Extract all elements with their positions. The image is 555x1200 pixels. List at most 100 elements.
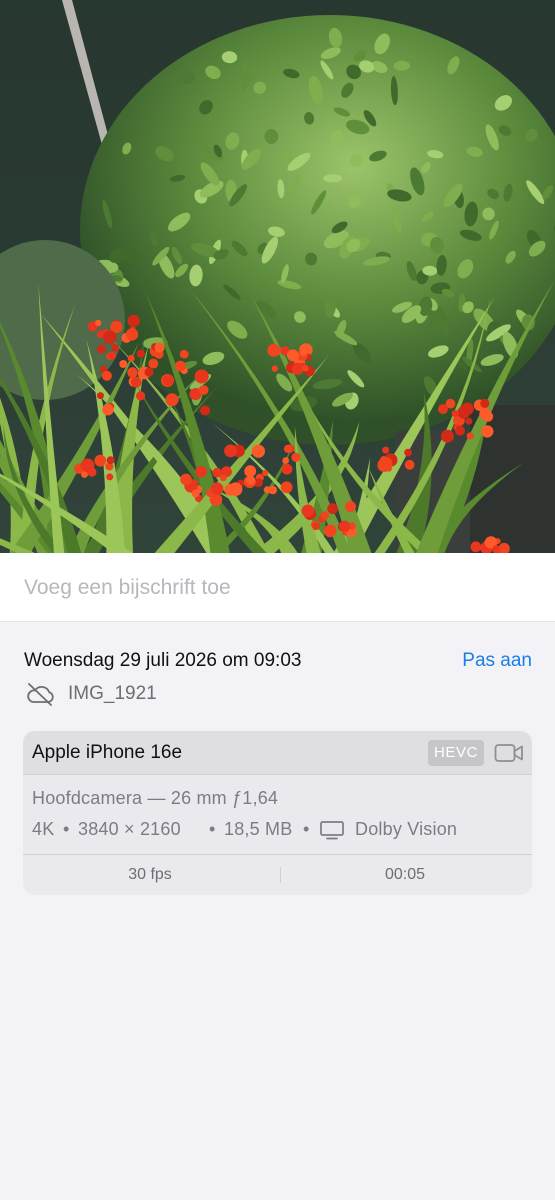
red-flower [127,367,138,378]
red-flower [94,454,107,467]
red-flower [451,410,459,417]
camera-info-card: Apple iPhone 16e HEVC Hoofdcamera — 26 m… [23,731,532,895]
red-flower [301,504,315,518]
red-flower [378,456,393,471]
red-flower [244,465,257,478]
red-flower [455,425,465,436]
red-flower [209,493,223,507]
spec-separator: • [303,819,310,839]
spec-separator: • [209,819,216,839]
card-header: Apple iPhone 16e HEVC [23,731,532,775]
lens-info: Hoofdcamera — 26 mm ƒ1,64 [32,788,279,808]
red-flower [162,374,174,386]
red-flower [148,358,159,369]
red-flower [102,403,114,416]
red-flower [194,369,209,384]
codec-badge: HEVC [428,740,485,766]
red-flower [130,376,142,388]
photo-thumbnail[interactable] [0,0,555,553]
red-flower [210,482,224,496]
red-flower [125,328,139,341]
red-flower [320,511,330,520]
red-flower [106,473,114,481]
red-flower [101,370,112,381]
red-flower [382,446,390,454]
red-flower [327,503,338,515]
red-flower [106,456,115,465]
device-name: Apple iPhone 16e [32,742,183,763]
red-flower [440,429,454,443]
red-flower [302,365,309,372]
red-flower [291,362,304,375]
adjust-date-button[interactable]: Pas aan [462,648,532,674]
red-flower [300,349,308,357]
red-flower [200,405,211,416]
red-flower [154,342,165,353]
photo-info-screen: Woensdag 29 juli 2026 om 09:03 Pas aan I… [0,0,555,1200]
red-flower [282,457,290,464]
red-flower [286,349,299,362]
hdr-format: Dolby Vision [355,819,458,839]
red-flower [96,344,106,354]
red-flower [87,467,97,477]
photo-illustration [0,0,555,553]
display-icon [320,821,344,840]
video-quality: 4K [32,819,55,839]
red-flower [461,402,474,416]
red-flower [95,319,102,327]
red-flower [136,349,145,358]
red-flower [180,473,192,486]
red-flower [481,425,494,438]
red-flower [480,398,490,408]
red-flower [198,385,209,395]
red-flower [107,351,117,360]
red-flower [111,344,120,352]
date-row: Woensdag 29 juli 2026 om 09:03 Pas aan [24,648,532,674]
red-flower [404,448,412,457]
red-flower [465,417,473,425]
red-flower [96,392,104,400]
frame-rate: 30 fps [128,866,172,883]
red-flower [438,404,448,415]
red-flower [267,343,281,357]
red-flower [144,367,154,377]
red-flower [103,330,117,345]
red-flower [338,520,351,532]
red-flower [466,432,474,440]
video-duration: 00:05 [384,866,426,883]
file-row: IMG_1921 [24,681,324,707]
red-flower [245,475,256,486]
video-specs: 4K • 3840 × 2160 • 18,5 MB • Dolby Visio… [32,816,527,842]
red-flower [195,465,207,478]
red-flower [291,452,301,462]
red-flower [271,365,278,372]
red-flower [127,354,135,362]
red-flower [165,393,179,407]
red-flower [404,459,415,470]
file-size: 18,5 MB [224,819,293,839]
red-flower [175,360,186,372]
red-flower [224,444,237,458]
caption-area [0,553,555,622]
red-flower [280,481,293,494]
file-name: IMG_1921 [68,683,157,704]
capture-date: Woensdag 29 juli 2026 om 09:03 [24,650,302,671]
red-flower [283,444,293,453]
red-flower [312,522,320,531]
cloud-slash-icon [27,683,54,706]
caption-input[interactable] [0,553,555,622]
bush-leaf [323,174,343,183]
red-flower [263,486,271,494]
video-camera-icon [494,744,523,762]
spec-separator: • [63,819,70,839]
red-flower [127,318,134,325]
red-flower [212,467,222,478]
red-flower [136,391,146,401]
red-flower [323,524,337,538]
red-flower [251,444,265,458]
video-resolution: 3840 × 2160 [78,819,181,839]
red-flower [281,463,293,475]
red-flower [345,501,356,512]
red-flower [470,541,482,553]
info-panel: Woensdag 29 juli 2026 om 09:03 Pas aan I… [0,623,555,1200]
